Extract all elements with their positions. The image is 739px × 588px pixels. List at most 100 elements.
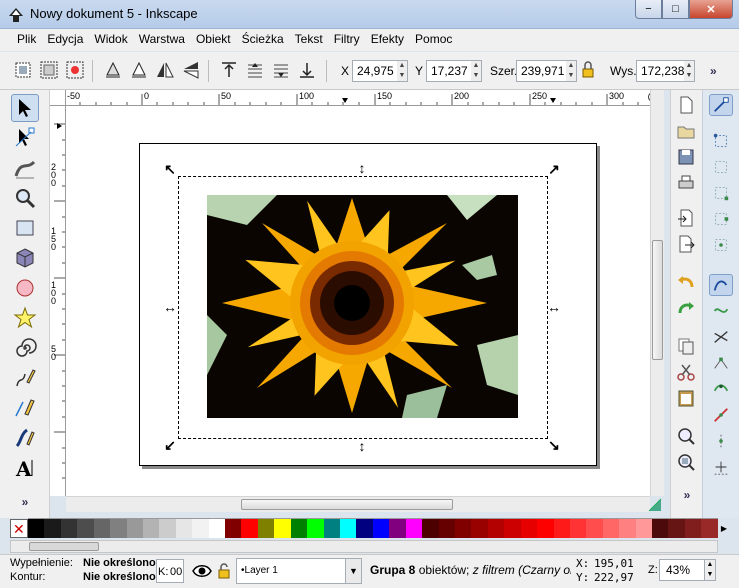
redo-icon[interactable] bbox=[676, 298, 698, 320]
palette-swatch[interactable] bbox=[340, 519, 357, 538]
snap-bbox-icon[interactable] bbox=[709, 130, 733, 152]
menu-tekst[interactable]: Tekst bbox=[290, 29, 328, 51]
select-all-layers-icon[interactable] bbox=[38, 59, 60, 81]
snap-paths-icon[interactable] bbox=[709, 300, 733, 322]
sunflower-image[interactable] bbox=[207, 195, 518, 418]
menu-plik[interactable]: Plik bbox=[12, 29, 41, 51]
controls-overflow-button[interactable]: » bbox=[710, 64, 717, 78]
lower-icon[interactable] bbox=[270, 59, 292, 81]
snap-bbox-center-icon[interactable] bbox=[709, 234, 733, 256]
fill-value[interactable]: Nie określono bbox=[83, 557, 156, 569]
palette-swatch[interactable] bbox=[701, 519, 718, 538]
palette-swatch[interactable] bbox=[192, 519, 209, 538]
menu-efekty[interactable]: Efekty bbox=[366, 29, 409, 51]
scale-handle-w-icon[interactable]: ↔ bbox=[163, 300, 177, 314]
palette-swatch[interactable] bbox=[93, 519, 111, 538]
palette-swatch[interactable] bbox=[389, 519, 406, 538]
color-management-icon[interactable] bbox=[648, 498, 662, 512]
x-input[interactable]: 24,975 bbox=[352, 60, 398, 82]
x-spin-arrows[interactable]: ▲ ▼ bbox=[397, 60, 408, 82]
commands-overflow-button[interactable]: » bbox=[676, 488, 698, 510]
minimize-button[interactable]: − bbox=[635, 0, 662, 19]
copy-icon[interactable] bbox=[676, 336, 698, 358]
maximize-button[interactable]: □ bbox=[662, 0, 689, 19]
stroke-value[interactable]: Nie określono bbox=[83, 571, 156, 583]
rotate-cw-icon[interactable] bbox=[128, 59, 150, 81]
palette-scroll-right-icon[interactable]: ▶ bbox=[719, 519, 729, 538]
y-spin-arrows[interactable]: ▲ ▼ bbox=[471, 60, 482, 82]
palette-swatch[interactable] bbox=[438, 519, 455, 538]
select-all-icon[interactable] bbox=[12, 59, 34, 81]
zoom-selection-icon[interactable] bbox=[676, 426, 698, 448]
toolbox-overflow-button[interactable]: » bbox=[11, 488, 39, 516]
drawing-canvas[interactable]: ↖ ↕ ↗ ↔ ↔ ↙ ↕ ↘ bbox=[66, 106, 650, 496]
pen-tool-icon[interactable] bbox=[11, 394, 39, 422]
palette-swatch[interactable] bbox=[142, 519, 160, 538]
scale-handle-nw-icon[interactable]: ↖ bbox=[163, 162, 177, 176]
menu-pomoc[interactable]: Pomoc bbox=[410, 29, 457, 51]
horizontal-scrollbar[interactable] bbox=[66, 496, 650, 512]
palette-swatch[interactable] bbox=[668, 519, 685, 538]
selector-tool-icon[interactable] bbox=[11, 94, 39, 122]
palette-swatch[interactable] bbox=[257, 519, 275, 538]
flip-vertical-icon[interactable] bbox=[180, 59, 202, 81]
palette-swatch[interactable] bbox=[619, 519, 636, 538]
layer-lock-icon[interactable] bbox=[216, 561, 232, 581]
rotate-ccw-icon[interactable] bbox=[102, 59, 124, 81]
width-input[interactable]: 239,971 bbox=[516, 60, 567, 82]
palette-swatch[interactable] bbox=[652, 519, 669, 538]
palette-swatch[interactable] bbox=[159, 519, 176, 538]
snap-object-center-icon[interactable] bbox=[709, 430, 733, 452]
rectangle-tool-icon[interactable] bbox=[11, 214, 39, 242]
height-spin-arrows[interactable]: ▲ ▼ bbox=[684, 60, 695, 82]
raise-to-top-icon[interactable] bbox=[218, 59, 240, 81]
3d-box-tool-icon[interactable] bbox=[11, 244, 39, 272]
opacity-field[interactable]: K: 00 bbox=[156, 559, 184, 583]
snap-intersections-icon[interactable] bbox=[709, 326, 733, 348]
palette-swatch[interactable] bbox=[454, 519, 472, 538]
palette-swatch[interactable] bbox=[77, 519, 94, 538]
palette-swatch[interactable] bbox=[274, 519, 291, 538]
palette-swatch[interactable] bbox=[537, 519, 554, 538]
visibility-eye-icon[interactable] bbox=[192, 561, 212, 581]
no-paint-swatch[interactable]: ✕ bbox=[10, 519, 28, 538]
scale-handle-se-icon[interactable]: ↘ bbox=[547, 438, 561, 452]
y-input[interactable]: 17,237 bbox=[426, 60, 472, 82]
star-tool-icon[interactable] bbox=[11, 304, 39, 332]
scale-handle-ne-icon[interactable]: ↗ bbox=[547, 162, 561, 176]
new-document-icon[interactable] bbox=[676, 95, 698, 117]
vertical-scrollbar[interactable] bbox=[650, 90, 664, 496]
palette-swatch[interactable] bbox=[569, 519, 587, 538]
tweak-tool-icon[interactable] bbox=[11, 154, 39, 182]
zoom-drawing-icon[interactable] bbox=[676, 452, 698, 474]
scale-handle-sw-icon[interactable]: ↙ bbox=[163, 438, 177, 452]
node-tool-icon[interactable] bbox=[11, 124, 39, 152]
palette-swatch[interactable] bbox=[405, 519, 423, 538]
snap-cusp-nodes-icon[interactable] bbox=[709, 352, 733, 374]
menu-filtry[interactable]: Filtry bbox=[329, 29, 365, 51]
palette-swatch[interactable] bbox=[110, 519, 127, 538]
deselect-icon[interactable] bbox=[64, 59, 86, 81]
flip-horizontal-icon[interactable] bbox=[154, 59, 176, 81]
palette-swatch[interactable] bbox=[60, 519, 78, 538]
import-icon[interactable] bbox=[676, 208, 698, 230]
snap-bbox-corner-icon[interactable] bbox=[709, 182, 733, 204]
palette-scroll-thumb[interactable] bbox=[29, 542, 99, 551]
palette-swatch[interactable] bbox=[372, 519, 390, 538]
palette-swatch[interactable] bbox=[422, 519, 439, 538]
palette-swatch[interactable] bbox=[307, 519, 324, 538]
lock-icon[interactable] bbox=[580, 59, 596, 81]
menu-edycja[interactable]: Edycja bbox=[42, 29, 88, 51]
horizontal-scroll-thumb[interactable] bbox=[241, 499, 453, 510]
snap-midpoints-icon[interactable] bbox=[709, 404, 733, 426]
pencil-tool-icon[interactable] bbox=[11, 364, 39, 392]
palette-scrollbar[interactable] bbox=[10, 540, 718, 553]
close-button[interactable]: ✕ bbox=[689, 0, 733, 19]
menu-warstwa[interactable]: Warstwa bbox=[134, 29, 190, 51]
menu-obiekt[interactable]: Obiekt bbox=[191, 29, 236, 51]
vertical-scroll-thumb[interactable] bbox=[652, 240, 663, 360]
zoom-input[interactable]: 43% bbox=[659, 559, 705, 581]
palette-swatch[interactable] bbox=[225, 519, 242, 538]
cut-icon[interactable] bbox=[676, 362, 698, 384]
palette-swatch[interactable] bbox=[553, 519, 570, 538]
